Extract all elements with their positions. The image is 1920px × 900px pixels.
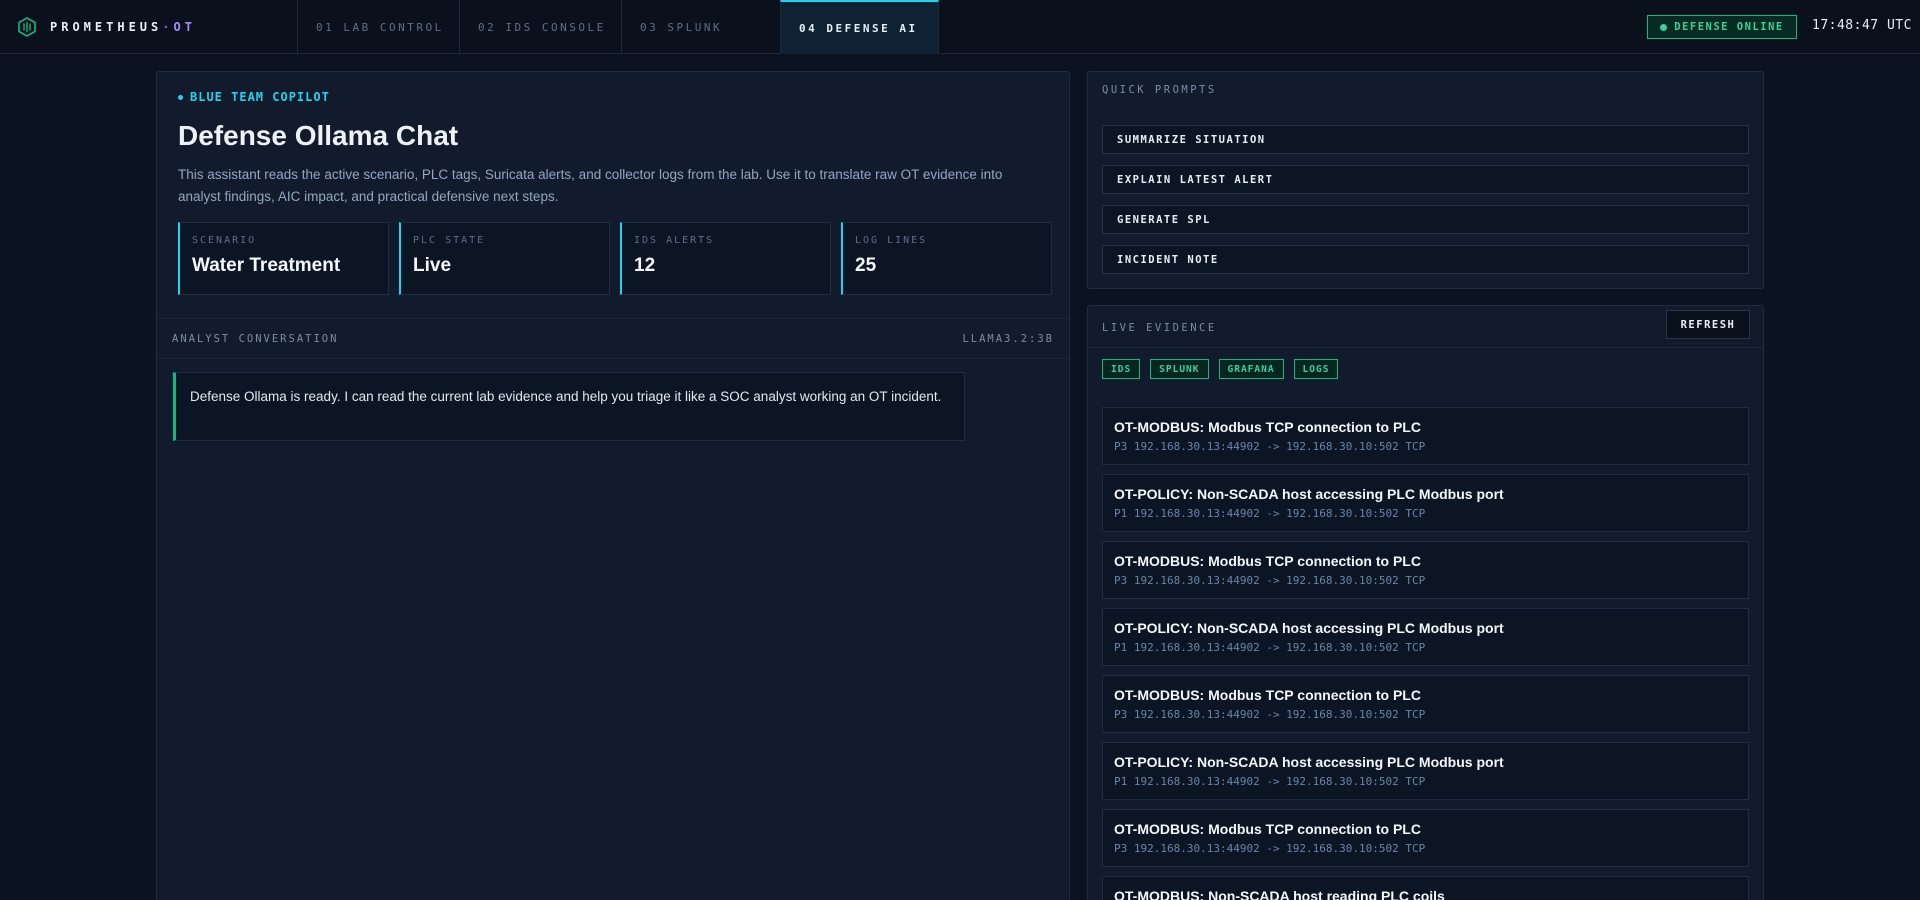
evidence-item[interactable]: OT-MODBUS: Non-SCADA host reading PLC co… (1102, 876, 1749, 900)
panel-title: QUICK PROMPTS (1102, 84, 1217, 96)
stat-scenario: SCENARIO Water Treatment (178, 222, 389, 295)
evidence-title: OT-MODBUS: Modbus TCP connection to PLC (1114, 419, 1421, 435)
explain-latest-alert-button[interactable]: EXPLAIN LATEST ALERT (1102, 165, 1749, 194)
evidence-title: OT-POLICY: Non-SCADA host accessing PLC … (1114, 486, 1504, 502)
evidence-title: OT-MODBUS: Modbus TCP connection to PLC (1114, 687, 1421, 703)
evidence-meta: P1 192.168.30.13:44902 -> 192.168.30.10:… (1114, 775, 1426, 788)
assistant-message: Defense Ollama is ready. I can read the … (173, 372, 965, 441)
brand[interactable]: PROMETHEUS·OT (16, 0, 196, 54)
evidence-list: OT-MODBUS: Modbus TCP connection to PLC … (1102, 407, 1749, 900)
quick-prompts-list: SUMMARIZE SITUATION EXPLAIN LATEST ALERT… (1102, 125, 1749, 274)
incident-note-button[interactable]: INCIDENT NOTE (1102, 245, 1749, 274)
evidence-meta: P3 192.168.30.13:44902 -> 192.168.30.10:… (1114, 842, 1426, 855)
filter-chip-splunk[interactable]: SPLUNK (1150, 359, 1209, 379)
filter-chip-ids[interactable]: IDS (1102, 359, 1141, 379)
evidence-meta: P3 192.168.30.13:44902 -> 192.168.30.10:… (1114, 708, 1426, 721)
quick-prompts-panel: QUICK PROMPTS SUMMARIZE SITUATION EXPLAI… (1087, 71, 1764, 289)
stat-value: 25 (855, 255, 877, 276)
conversation-header: ANALYST CONVERSATION LLAMA3.2:3B (157, 318, 1069, 359)
model-name: LLAMA3.2:3B (962, 333, 1054, 345)
tab-splunk[interactable]: 03 SPLUNK (621, 0, 780, 54)
evidence-item[interactable]: OT-POLICY: Non-SCADA host accessing PLC … (1102, 742, 1749, 800)
page-title: Defense Ollama Chat (178, 120, 459, 151)
evidence-title: OT-POLICY: Non-SCADA host accessing PLC … (1114, 754, 1504, 770)
stat-value: 12 (634, 255, 656, 276)
evidence-meta: P3 192.168.30.13:44902 -> 192.168.30.10:… (1114, 574, 1426, 587)
tab-ids-console[interactable]: 02 IDS CONSOLE (459, 0, 621, 54)
evidence-item[interactable]: OT-MODBUS: Modbus TCP connection to PLC … (1102, 407, 1749, 465)
evidence-title: OT-MODBUS: Modbus TCP connection to PLC (1114, 553, 1421, 569)
page-description: This assistant reads the active scenario… (178, 167, 1003, 204)
evidence-item[interactable]: OT-MODBUS: Modbus TCP connection to PLC … (1102, 809, 1749, 867)
evidence-meta: P3 192.168.30.13:44902 -> 192.168.30.10:… (1114, 440, 1426, 453)
stat-label: LOG LINES (855, 235, 928, 246)
stat-label: SCENARIO (192, 235, 257, 246)
clock: 17:48:47 UTC (1812, 18, 1912, 33)
filter-chip-grafana[interactable]: GRAFANA (1218, 359, 1284, 379)
eyebrow: BLUE TEAM COPILOT (178, 90, 330, 104)
bullet-icon (178, 94, 183, 100)
eyebrow-label: BLUE TEAM COPILOT (190, 90, 330, 104)
status-label: DEFENSE ONLINE (1674, 21, 1784, 33)
live-evidence-panel: LIVE EVIDENCE REFRESH IDS SPLUNK GRAFANA… (1087, 305, 1764, 900)
stat-value: Live (413, 255, 452, 276)
stats-row: SCENARIO Water Treatment PLC STATE Live … (178, 222, 1052, 295)
source-filters: IDS SPLUNK GRAFANA LOGS (1102, 359, 1339, 379)
main-tabs: 01 LAB CONTROL 02 IDS CONSOLE 03 SPLUNK … (297, 0, 939, 54)
stat-label: PLC STATE (413, 235, 486, 246)
evidence-item[interactable]: OT-POLICY: Non-SCADA host accessing PLC … (1102, 474, 1749, 532)
evidence-item[interactable]: OT-POLICY: Non-SCADA host accessing PLC … (1102, 608, 1749, 666)
evidence-title: OT-MODBUS: Non-SCADA host reading PLC co… (1114, 888, 1445, 900)
chat-panel: BLUE TEAM COPILOT Defense Ollama Chat Th… (156, 71, 1070, 900)
evidence-item[interactable]: OT-MODBUS: Modbus TCP connection to PLC … (1102, 675, 1749, 733)
top-bar: PROMETHEUS·OT 01 LAB CONTROL 02 IDS CONS… (0, 0, 1920, 54)
stat-ids-alerts: IDS ALERTS 12 (620, 222, 831, 295)
conversation-title: ANALYST CONVERSATION (172, 333, 339, 345)
evidence-header: LIVE EVIDENCE REFRESH (1088, 306, 1763, 348)
evidence-meta: P1 192.168.30.13:44902 -> 192.168.30.10:… (1114, 641, 1426, 654)
panel-title: LIVE EVIDENCE (1102, 322, 1217, 334)
stat-plc-state: PLC STATE Live (399, 222, 610, 295)
evidence-item[interactable]: OT-MODBUS: Modbus TCP connection to PLC … (1102, 541, 1749, 599)
stat-log-lines: LOG LINES 25 (841, 222, 1052, 295)
tab-defense-ai[interactable]: 04 DEFENSE AI (780, 0, 939, 54)
stat-label: IDS ALERTS (634, 235, 715, 246)
stat-value: Water Treatment (192, 255, 341, 276)
shield-hex-icon (16, 16, 38, 38)
evidence-meta: P1 192.168.30.13:44902 -> 192.168.30.10:… (1114, 507, 1426, 520)
summarize-situation-button[interactable]: SUMMARIZE SITUATION (1102, 125, 1749, 154)
evidence-title: OT-MODBUS: Modbus TCP connection to PLC (1114, 821, 1421, 837)
brand-name: PROMETHEUS·OT (50, 20, 196, 34)
status-badge: DEFENSE ONLINE (1647, 15, 1797, 39)
evidence-title: OT-POLICY: Non-SCADA host accessing PLC … (1114, 620, 1504, 636)
refresh-button[interactable]: REFRESH (1666, 310, 1750, 339)
generate-spl-button[interactable]: GENERATE SPL (1102, 205, 1749, 234)
tab-lab-control[interactable]: 01 LAB CONTROL (297, 0, 459, 54)
filter-chip-logs[interactable]: LOGS (1293, 359, 1339, 379)
status-dot-icon (1660, 23, 1668, 31)
